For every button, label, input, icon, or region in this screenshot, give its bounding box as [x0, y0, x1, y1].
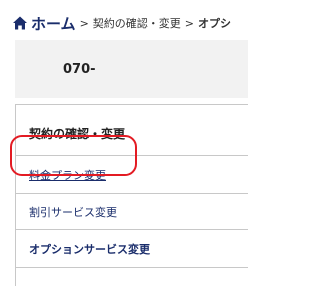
menu-item-plan-change-link[interactable]: 料金プラン変更 [29, 167, 106, 183]
menu-title: 契約の確認・変更 [16, 105, 248, 156]
menu-item-discount-change[interactable]: 割引サービス変更 [16, 194, 248, 230]
breadcrumb-current: オプシ [198, 17, 231, 30]
phone-number-panel: 070- [15, 40, 248, 98]
menu-item-option-service-change[interactable]: オプションサービス変更 [16, 230, 248, 268]
breadcrumb-item-contract[interactable]: 契約の確認・変更 [93, 15, 181, 31]
breadcrumb-separator: > [184, 16, 194, 30]
breadcrumb: ホーム > 契約の確認・変更 > オプシ [12, 12, 248, 34]
breadcrumb-home-link[interactable]: ホーム [31, 13, 76, 34]
phone-number: 070- [63, 61, 96, 77]
contract-menu: 契約の確認・変更 料金プラン変更 割引サービス変更 オプションサービス変更 [15, 104, 248, 286]
breadcrumb-separator: > [79, 16, 89, 30]
menu-item-plan-change[interactable]: 料金プラン変更 [16, 156, 248, 194]
home-icon[interactable] [12, 15, 28, 31]
